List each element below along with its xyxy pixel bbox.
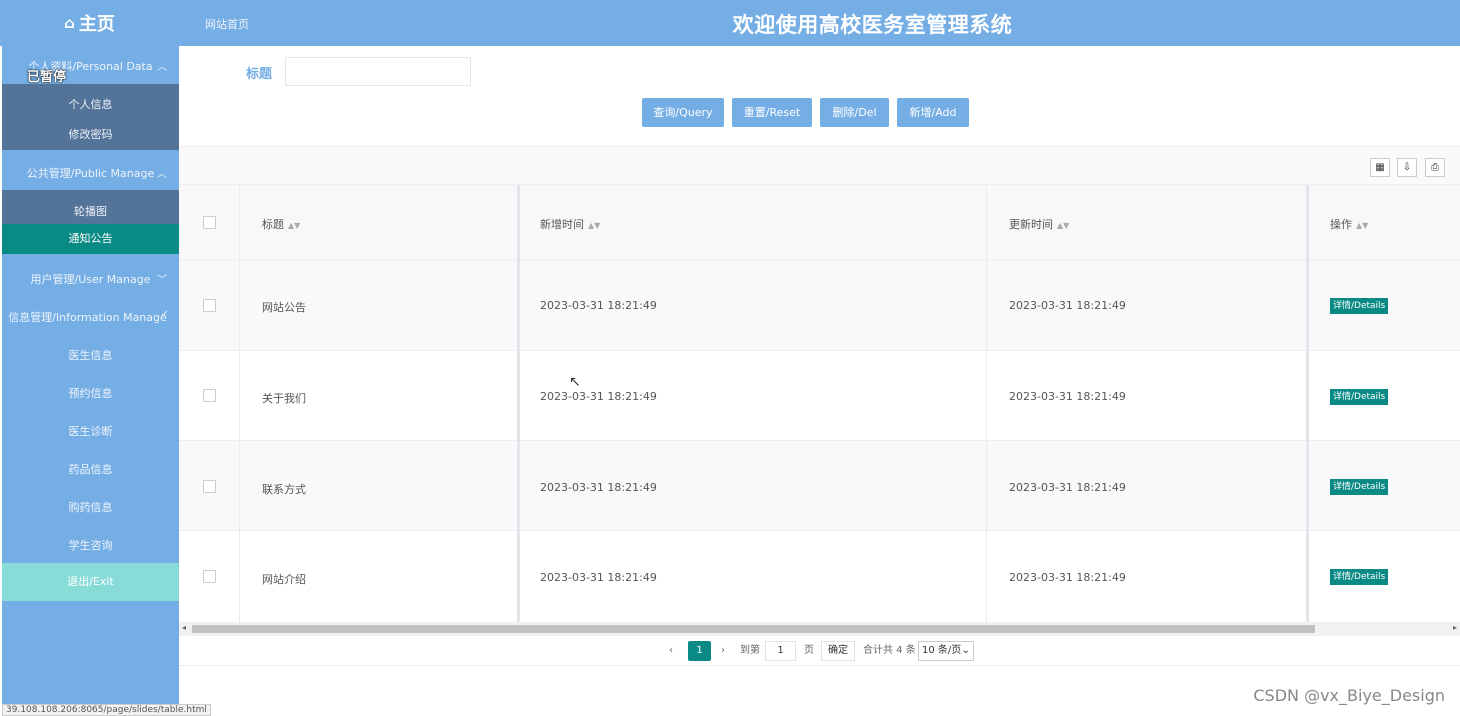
table-row: 网站介绍 2023-03-31 18:21:49 2023-03-31 18:2… (179, 531, 1460, 622)
row-checkbox[interactable] (203, 299, 216, 312)
current-page[interactable]: 1 (688, 641, 711, 661)
sidebar-item-personal-info[interactable]: 个人信息 (2, 96, 179, 112)
sidebar-item-appointment[interactable]: 预约信息 (2, 385, 179, 401)
table-row: 关于我们 2023-03-31 18:21:49 2023-03-31 18:2… (179, 351, 1460, 441)
row-checkbox[interactable] (203, 480, 216, 493)
column-divider (986, 185, 987, 622)
chevron-down-icon: ✓ (160, 309, 169, 320)
table-header: 标题 ▲▼ 新增时间 ▲▼ 更新时间 ▲▼ 操作 ▲▼ (179, 185, 1460, 261)
divider (179, 665, 1460, 666)
horizontal-scrollbar[interactable]: ◂ ▸ (179, 622, 1460, 636)
paused-overlay: 已暂停 (27, 70, 67, 85)
next-page-icon[interactable]: › (721, 641, 725, 661)
column-header-created[interactable]: 新增时间 ▲▼ (540, 216, 600, 232)
sidebar-group-label: 用户管理/User Manage (30, 273, 151, 286)
table-row: 网站公告 2023-03-31 18:21:49 2023-03-31 18:2… (179, 261, 1460, 351)
goto-page-input[interactable]: 1 (765, 641, 796, 661)
table-row: 联系方式 2023-03-31 18:21:49 2023-03-31 18:2… (179, 441, 1460, 531)
column-header-updated[interactable]: 更新时间 ▲▼ (1009, 216, 1069, 232)
sidebar-item-consult[interactable]: 学生咨询 (2, 537, 179, 553)
sidebar-item-carousel[interactable]: 轮播图 (2, 203, 179, 219)
details-button[interactable]: 详情/Details (1330, 479, 1389, 495)
mouse-cursor-icon: ↖ (569, 374, 581, 390)
sidebar-item-doctor[interactable]: 医生信息 (2, 347, 179, 363)
watermark: CSDN @vx_Biye_Design (1253, 686, 1445, 705)
row-created: 2023-03-31 18:21:49 (540, 571, 657, 584)
scroll-left-icon[interactable]: ◂ (182, 623, 186, 632)
sort-icon[interactable]: ▲▼ (1356, 221, 1368, 230)
search-label: 标题 (246, 67, 273, 82)
column-header-action[interactable]: 操作 ▲▼ (1330, 216, 1368, 232)
row-updated: 2023-03-31 18:21:49 (1009, 481, 1126, 494)
column-label: 操作 (1330, 218, 1352, 231)
sidebar-group-user[interactable]: 用户管理/User Manage ﹀ (2, 271, 179, 286)
sidebar-group-label: 信息管理/Information Manage (8, 311, 167, 324)
sidebar-item-diagnosis[interactable]: 医生诊断 (2, 423, 179, 439)
personal-submenu: 个人信息 修改密码 (2, 84, 179, 150)
column-divider (239, 185, 240, 622)
top-bar: ⌂ 主页 网站首页 欢迎使用高校医务室管理系统 (0, 0, 1460, 46)
column-divider (517, 185, 520, 622)
column-divider (1306, 185, 1309, 622)
column-label: 标题 (262, 218, 284, 231)
row-created: 2023-03-31 18:21:49 (540, 299, 657, 312)
goto-confirm-button[interactable]: 确定 (821, 641, 855, 661)
column-label: 更新时间 (1009, 218, 1053, 231)
page-size-select[interactable]: 10 条/页 ⌄ (918, 641, 974, 661)
sidebar: 个人资料/Personal Data ︿ 已暂停 个人信息 修改密码 公共管理/… (2, 46, 179, 716)
row-title: 联系方式 (262, 483, 306, 496)
chevron-down-icon: ﹀ (157, 275, 167, 286)
scrollbar-thumb[interactable] (192, 625, 1315, 633)
sidebar-group-public[interactable]: 公共管理/Public Manage ︿ (2, 165, 179, 180)
table-toolbar: ▦ ⇩ ⎙ (179, 146, 1460, 185)
delete-button[interactable]: 删除/Del (820, 98, 889, 127)
page-title: 欢迎使用高校医务室管理系统 (732, 13, 1013, 37)
row-created: 2023-03-31 18:21:49 (540, 390, 657, 403)
sidebar-item-medicine[interactable]: 药品信息 (2, 461, 179, 477)
row-updated: 2023-03-31 18:21:49 (1009, 390, 1126, 403)
sidebar-group-label: 公共管理/Public Manage (26, 167, 155, 180)
chevron-up-icon: ︿ (157, 62, 167, 73)
column-header-title[interactable]: 标题 ▲▼ (262, 216, 300, 232)
query-button[interactable]: 查询/Query (642, 98, 724, 127)
sort-icon[interactable]: ▲▼ (588, 221, 600, 230)
title-search-input[interactable] (285, 57, 471, 86)
sidebar-item-change-password[interactable]: 修改密码 (2, 126, 179, 142)
total-count: 合计共 4 条 (863, 645, 916, 656)
sidebar-item-purchase[interactable]: 购药信息 (2, 499, 179, 515)
row-title: 网站介绍 (262, 573, 306, 586)
sort-icon[interactable]: ▲▼ (1057, 221, 1069, 230)
select-all-checkbox[interactable] (203, 216, 216, 229)
row-created: 2023-03-31 18:21:49 (540, 481, 657, 494)
columns-icon[interactable]: ▦ (1370, 158, 1390, 177)
row-updated: 2023-03-31 18:21:49 (1009, 299, 1126, 312)
scroll-right-icon[interactable]: ▸ (1453, 623, 1457, 632)
prev-page-icon[interactable]: ‹ (669, 641, 673, 661)
column-label: 新增时间 (540, 218, 584, 231)
row-checkbox[interactable] (203, 570, 216, 583)
add-button[interactable]: 新增/Add (897, 98, 969, 127)
row-updated: 2023-03-31 18:21:49 (1009, 571, 1126, 584)
sort-icon[interactable]: ▲▼ (288, 221, 300, 230)
reset-button[interactable]: 重置/Reset (732, 98, 812, 127)
details-button[interactable]: 详情/Details (1330, 298, 1389, 314)
details-button[interactable]: 详情/Details (1330, 389, 1389, 405)
public-submenu: 轮播图 通知公告 (2, 190, 179, 254)
page-unit: 页 (804, 645, 814, 656)
status-url: 39.108.108.206:8065/page/slides/table.ht… (2, 704, 211, 716)
export-icon[interactable]: ⇩ (1397, 158, 1417, 177)
row-checkbox[interactable] (203, 389, 216, 402)
sidebar-item-notice[interactable]: 通知公告 (2, 224, 179, 254)
chevron-up-icon: ︿ (157, 169, 167, 180)
row-title: 网站公告 (262, 301, 306, 314)
chevron-down-icon: ⌄ (961, 645, 970, 656)
print-icon[interactable]: ⎙ (1425, 158, 1445, 177)
goto-label: 到第 (740, 645, 760, 656)
exit-button[interactable]: 退出/Exit (2, 563, 179, 601)
row-title: 关于我们 (262, 392, 306, 405)
details-button[interactable]: 详情/Details (1330, 569, 1389, 585)
sidebar-group-info[interactable]: 信息管理/Information Manage ✓ (2, 309, 179, 324)
page-size-value: 10 条/页 (922, 645, 962, 656)
